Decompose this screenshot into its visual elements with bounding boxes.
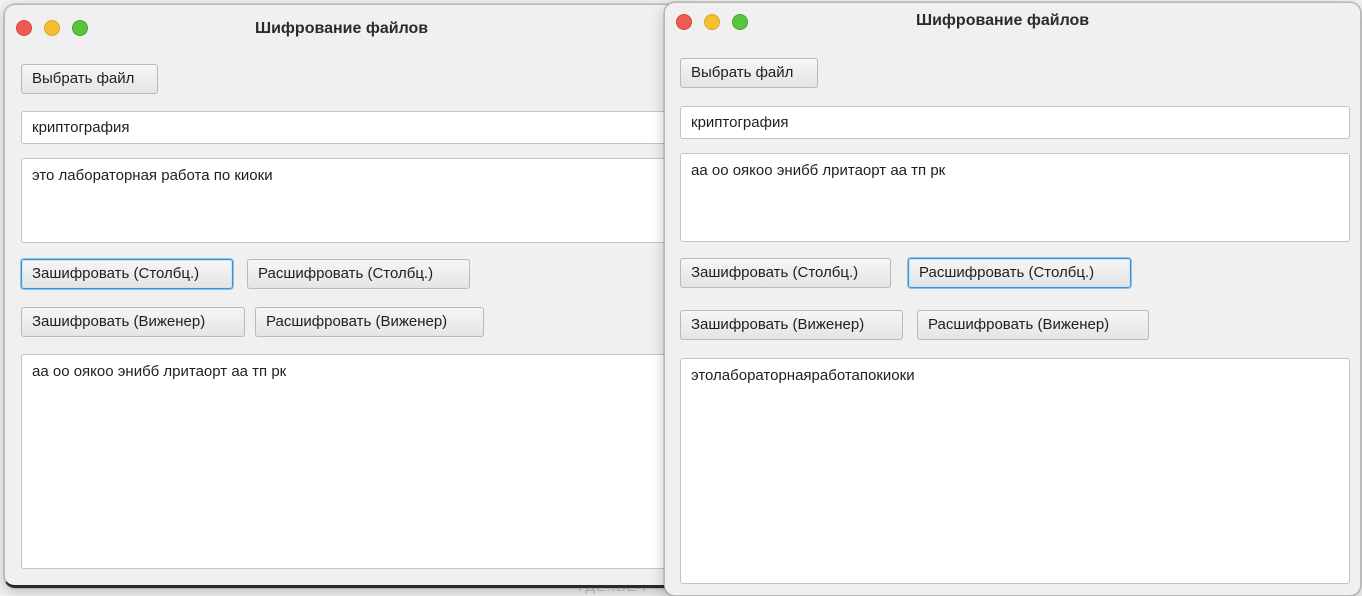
encrypt-vigenere-button[interactable]: Зашифровать (Виженер) [21,307,245,337]
minimize-window-button[interactable] [44,20,60,36]
maximize-window-button[interactable] [732,14,748,30]
decrypt-columnar-button[interactable]: Расшифровать (Столбц.) [908,258,1131,288]
result-text-area[interactable]: аа оо оякоо энибб лритаорт аа тп рк [21,354,693,569]
close-window-button[interactable] [676,14,692,30]
source-text-area[interactable]: это лабораторная работа по киоки [21,158,693,243]
choose-file-button[interactable]: Выбрать файл [680,58,818,88]
encrypt-columnar-button[interactable]: Зашифровать (Столбц.) [21,259,233,289]
choose-file-button[interactable]: Выбрать файл [21,64,158,94]
right-window: Шифрование файлов Выбрать файл криптогра… [664,2,1361,596]
key-input[interactable]: криптография [21,111,693,144]
window-title: Шифрование файлов [255,20,429,37]
encrypt-columnar-button[interactable]: Зашифровать (Столбц.) [680,258,891,288]
left-window: Шифрование файлов Выбрать файл криптогра… [4,4,694,588]
key-input[interactable]: криптография [680,106,1350,139]
result-text-area[interactable]: этолабораторнаяработапокиоки [680,358,1350,584]
decrypt-vigenere-button[interactable]: Расшифровать (Виженер) [917,310,1149,340]
title-bar[interactable]: Шифрование файлов [5,5,693,39]
decrypt-columnar-button[interactable]: Расшифровать (Столбц.) [247,259,470,289]
encrypt-vigenere-button[interactable]: Зашифровать (Виженер) [680,310,903,340]
decrypt-vigenere-button[interactable]: Расшифровать (Виженер) [255,307,484,337]
maximize-window-button[interactable] [72,20,88,36]
minimize-window-button[interactable] [704,14,720,30]
close-window-button[interactable] [16,20,32,36]
title-bar[interactable]: Шифрование файлов [665,3,1360,37]
source-text-area[interactable]: аа оо оякоо энибб лритаорт аа тп рк [680,153,1350,242]
window-title: Шифрование файлов [916,12,1090,29]
